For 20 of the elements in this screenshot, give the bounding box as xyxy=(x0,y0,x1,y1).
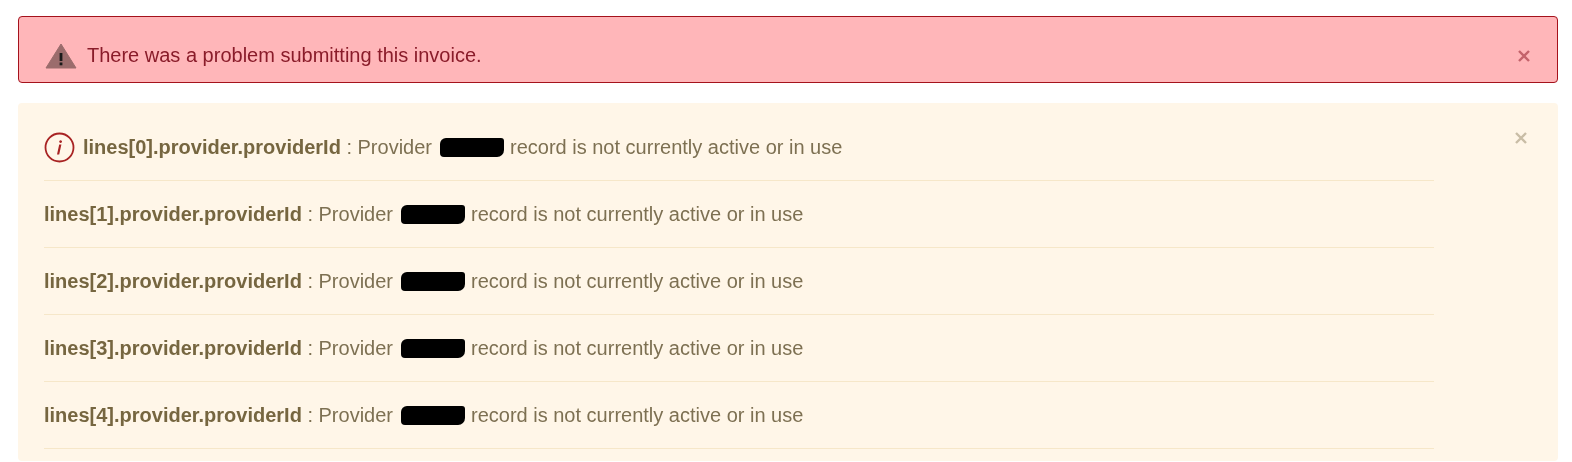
field-name: lines[0].provider.providerId xyxy=(83,135,341,159)
error-text: record is not currently active or in use xyxy=(471,403,804,427)
error-text: : Provider xyxy=(306,403,393,427)
info-icon xyxy=(44,131,75,163)
error-text: : Provider xyxy=(345,135,432,159)
error-message: There was a problem submitting this invoice. xyxy=(87,44,483,67)
error-text: record is not currently active or in use xyxy=(471,269,804,293)
error-text: : Provider xyxy=(306,202,393,226)
error-text: record is not currently active or in use xyxy=(471,336,804,360)
close-button[interactable] xyxy=(1514,131,1528,145)
warning-icon xyxy=(45,42,77,69)
close-button[interactable] xyxy=(1517,48,1531,63)
field-name: lines[3].provider.providerId xyxy=(44,336,302,360)
error-text: record is not currently active or in use xyxy=(471,202,804,226)
field-name: lines[2].provider.providerId xyxy=(44,269,302,293)
error-text: : Provider xyxy=(306,336,393,360)
field-name: lines[1].provider.providerId xyxy=(44,202,302,226)
error-text: record is not currently active or in use xyxy=(510,135,843,159)
error-text: : Provider xyxy=(306,269,393,293)
field-name: lines[4].provider.providerId xyxy=(44,403,302,427)
